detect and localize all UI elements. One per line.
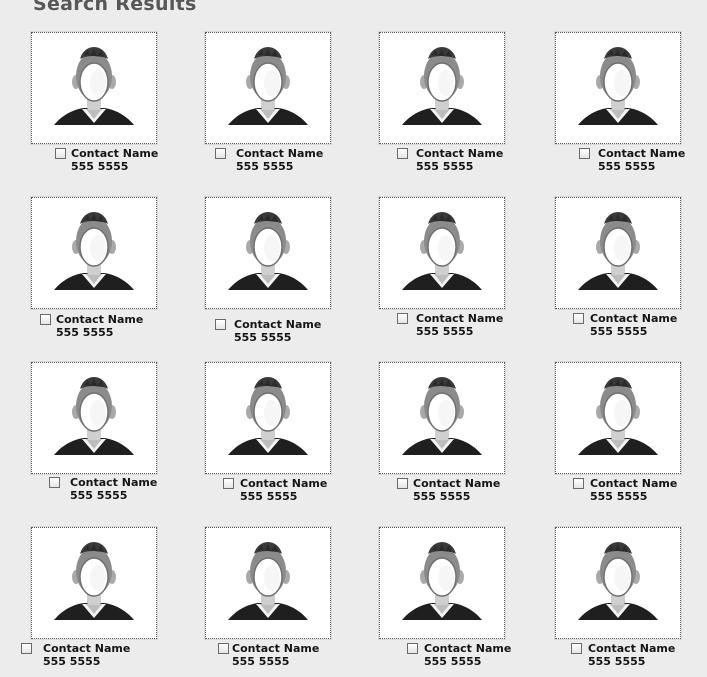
select-contact-checkbox[interactable] [21,643,32,654]
contact-name: Contact Name [232,642,320,655]
person-silhouette-icon [32,33,156,143]
contact-photo[interactable] [31,527,157,639]
person-silhouette-icon [556,198,680,308]
contact-phone: 555 5555 [71,160,129,173]
contact-name: Contact Name [590,477,678,490]
person-silhouette-icon [32,198,156,308]
person-silhouette-icon [206,528,330,638]
person-silhouette-icon [206,198,330,308]
contact-phone: 555 5555 [70,489,128,502]
contact-photo[interactable] [205,32,331,144]
person-silhouette-icon [556,528,680,638]
select-contact-checkbox[interactable] [218,643,229,654]
contact-name: Contact Name [598,147,686,160]
select-contact-checkbox[interactable] [55,148,66,159]
contact-photo[interactable] [31,362,157,474]
contact-photo[interactable] [205,197,331,309]
select-contact-checkbox[interactable] [223,478,234,489]
contact-phone: 555 5555 [588,655,646,668]
select-contact-checkbox[interactable] [407,643,418,654]
contact-photo[interactable] [555,32,681,144]
contact-phone: 555 5555 [424,655,482,668]
contact-name: Contact Name [236,147,324,160]
person-silhouette-icon [380,528,504,638]
contact-name: Contact Name [240,477,328,490]
contact-name: Contact Name [71,147,159,160]
select-contact-checkbox[interactable] [573,313,584,324]
contact-name: Contact Name [70,476,158,489]
contact-phone: 555 5555 [240,490,298,503]
contact-name: Contact Name [590,312,678,325]
contact-name: Contact Name [56,313,144,326]
select-contact-checkbox[interactable] [579,148,590,159]
contact-name: Contact Name [424,642,512,655]
select-contact-checkbox[interactable] [215,319,226,330]
select-contact-checkbox[interactable] [215,148,226,159]
select-contact-checkbox[interactable] [40,314,51,325]
contact-phone: 555 5555 [234,331,292,344]
person-silhouette-icon [556,363,680,473]
person-silhouette-icon [206,363,330,473]
contact-photo[interactable] [31,32,157,144]
contact-phone: 555 5555 [416,160,474,173]
person-silhouette-icon [380,33,504,143]
contact-phone: 555 5555 [43,655,101,668]
person-silhouette-icon [32,528,156,638]
contact-name: Contact Name [416,312,504,325]
contact-photo[interactable] [555,362,681,474]
contact-name: Contact Name [588,642,676,655]
contact-phone: 555 5555 [232,655,290,668]
select-contact-checkbox[interactable] [397,478,408,489]
contact-name: Contact Name [43,642,131,655]
person-silhouette-icon [380,363,504,473]
contact-phone: 555 5555 [56,326,114,339]
search-results-grid: Contact Name 555 5555 Contact Name 555 555… [0,0,707,677]
contact-name: Contact Name [413,477,501,490]
contact-photo[interactable] [205,362,331,474]
select-contact-checkbox[interactable] [573,478,584,489]
contact-photo[interactable] [555,527,681,639]
contact-photo[interactable] [555,197,681,309]
contact-name: Contact Name [416,147,504,160]
person-silhouette-icon [556,33,680,143]
select-contact-checkbox[interactable] [571,643,582,654]
select-contact-checkbox[interactable] [397,313,408,324]
select-contact-checkbox[interactable] [49,477,60,488]
person-silhouette-icon [380,198,504,308]
contact-phone: 555 5555 [236,160,294,173]
contact-photo[interactable] [379,527,505,639]
person-silhouette-icon [206,33,330,143]
contact-phone: 555 5555 [416,325,474,338]
contact-photo[interactable] [31,197,157,309]
contact-phone: 555 5555 [598,160,656,173]
person-silhouette-icon [32,363,156,473]
contact-phone: 555 5555 [590,490,648,503]
contact-photo[interactable] [379,197,505,309]
contact-photo[interactable] [205,527,331,639]
contact-photo[interactable] [379,362,505,474]
contact-photo[interactable] [379,32,505,144]
contact-phone: 555 5555 [590,325,648,338]
contact-phone: 555 5555 [413,490,471,503]
select-contact-checkbox[interactable] [397,148,408,159]
contact-name: Contact Name [234,318,322,331]
